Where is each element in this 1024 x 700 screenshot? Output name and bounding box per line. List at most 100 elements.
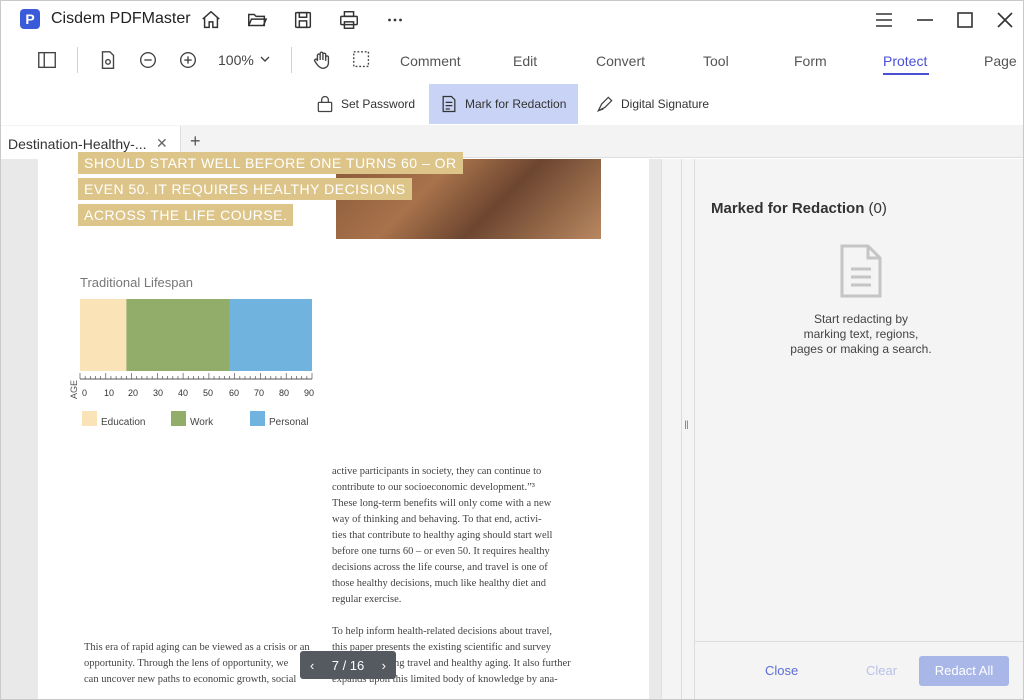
close-tab-icon[interactable]: ✕ [156,135,168,152]
add-tab-icon[interactable]: + [190,131,201,152]
hint-line: marking text, regions, [803,327,919,341]
text-line: can uncover new paths to economic growth… [84,674,297,685]
document-icon [838,243,884,299]
legend-label: Education [101,417,146,428]
axis-tick-label: 20 [128,388,139,398]
redaction-title-text: Marked for Redaction [711,200,865,217]
axis-tick-label: 0 [82,388,88,398]
toolbar-divider [291,47,292,73]
digital-signature-label: Digital Signature [621,97,710,111]
pen-signature-icon [596,96,613,113]
page-navigator: ‹ 7 / 16 › [300,651,396,679]
hint-line: Start redacting by [813,312,909,326]
bar-work [126,299,230,371]
tab-tool[interactable]: Tool [703,53,729,69]
select-region-icon[interactable] [351,49,373,71]
axis-tick-label: 10 [104,388,115,398]
tab-comment[interactable]: Comment [400,53,461,69]
next-page-icon[interactable]: › [382,658,386,673]
page-text-block[interactable]: This era of rapid aging can be viewed as… [84,640,314,688]
redaction-icon [442,95,456,113]
save-icon[interactable] [292,9,314,31]
legend-swatch-personal [250,411,265,426]
close-window-icon[interactable] [993,8,1017,32]
text-line: contribute to our socioeconomic developm… [332,482,535,493]
axis-tick-label: 80 [279,388,290,398]
redaction-count: (0) [868,200,887,217]
lifespan-chart [79,299,313,380]
text-line: opportunity. Through the lens of opportu… [84,658,289,669]
legend-label: Personal [269,417,309,428]
highlighted-heading-line[interactable]: ACROSS THE LIFE COURSE. [78,204,294,226]
bar-personal [229,299,312,371]
clear-button[interactable]: Clear [866,663,897,678]
text-line: way of thinking and behaving. To that en… [332,514,542,525]
highlighted-heading-line[interactable]: EVEN 50. IT REQUIRES HEALTHY DECISIONS [78,178,412,200]
legend-label: Work [190,417,214,428]
vertical-scrollbar[interactable] [661,159,681,699]
mark-redaction-button[interactable]: Mark for Redaction [429,84,578,124]
axis-tick-label: 40 [178,388,189,398]
redaction-hint: Start redacting by marking text, regions… [761,312,961,357]
pdf-page[interactable] [38,159,649,699]
redact-all-button[interactable]: Redact All [919,656,1009,686]
close-button[interactable]: Close [765,663,798,678]
tab-page[interactable]: Page [984,53,1017,69]
menu-icon[interactable] [872,8,896,32]
minimize-icon[interactable] [913,8,937,32]
app-logo: P [20,9,40,29]
page-indicator[interactable]: 7 / 16 [332,658,365,673]
active-tab-indicator [883,73,929,75]
text-line: active participants in society, they can… [332,466,542,477]
zoom-out-icon[interactable] [137,49,159,71]
resize-grip-icon[interactable]: ‖ [684,418,689,432]
mark-redaction-label: Mark for Redaction [465,97,567,111]
set-password-button[interactable]: Set Password [305,84,425,124]
toolbar-divider [77,47,78,73]
sidebar-toggle-icon[interactable] [36,49,58,71]
hint-line: pages or making a search. [790,342,932,356]
axis-tick-label: 50 [203,388,214,398]
prev-page-icon[interactable]: ‹ [310,658,314,673]
text-line: decisions across the life course, and tr… [332,562,548,573]
axis-tick-label: 30 [153,388,164,398]
zoom-level[interactable]: 100% [218,52,254,68]
home-icon[interactable] [200,9,222,31]
digital-signature-button[interactable]: Digital Signature [585,84,719,124]
page-text-block[interactable]: active participants in society, they can… [332,464,572,608]
app-title: Cisdem PDFMaster [51,10,191,27]
more-icon[interactable] [384,9,406,31]
highlighted-heading-line[interactable]: SHOULD START WELL BEFORE ONE TURNS 60 – … [78,152,463,174]
text-line: those healthy decisions, much like healt… [332,578,547,589]
text-line: ties that contribute to healthy aging sh… [332,530,553,541]
legend-swatch-work [171,411,186,426]
redaction-panel-title: Marked for Redaction (0) [711,200,887,217]
chart-axis-label: AGE [69,379,79,399]
bar-education [80,299,127,371]
tab-convert[interactable]: Convert [596,53,645,69]
maximize-icon[interactable] [953,8,977,32]
chevron-down-icon[interactable] [257,51,273,67]
axis-tick-label: 90 [304,388,315,398]
lock-icon [317,95,333,113]
text-line: regular exercise. [332,594,402,605]
tab-form[interactable]: Form [794,53,827,69]
text-line: before one turns 60 – or even 50. It req… [332,546,550,557]
zoom-in-icon[interactable] [177,49,199,71]
text-line: To help inform health-related decisions … [332,626,552,637]
print-icon[interactable] [338,9,360,31]
open-folder-icon[interactable] [246,9,268,31]
redaction-panel [695,159,1023,699]
axis-tick-label: 60 [229,388,240,398]
text-line: These long-term benefits will only come … [332,498,552,509]
page-settings-icon[interactable] [97,49,119,71]
text-line: This era of rapid aging can be viewed as… [84,642,310,653]
legend-swatch-education [82,411,97,426]
document-tab-label[interactable]: Destination-Healthy-... [8,136,147,152]
tab-protect[interactable]: Protect [883,53,927,69]
tab-edit[interactable]: Edit [513,53,537,69]
hand-tool-icon[interactable] [311,49,333,71]
chart-title: Traditional Lifespan [80,275,193,290]
axis-tick-label: 70 [254,388,265,398]
set-password-label: Set Password [341,97,416,111]
